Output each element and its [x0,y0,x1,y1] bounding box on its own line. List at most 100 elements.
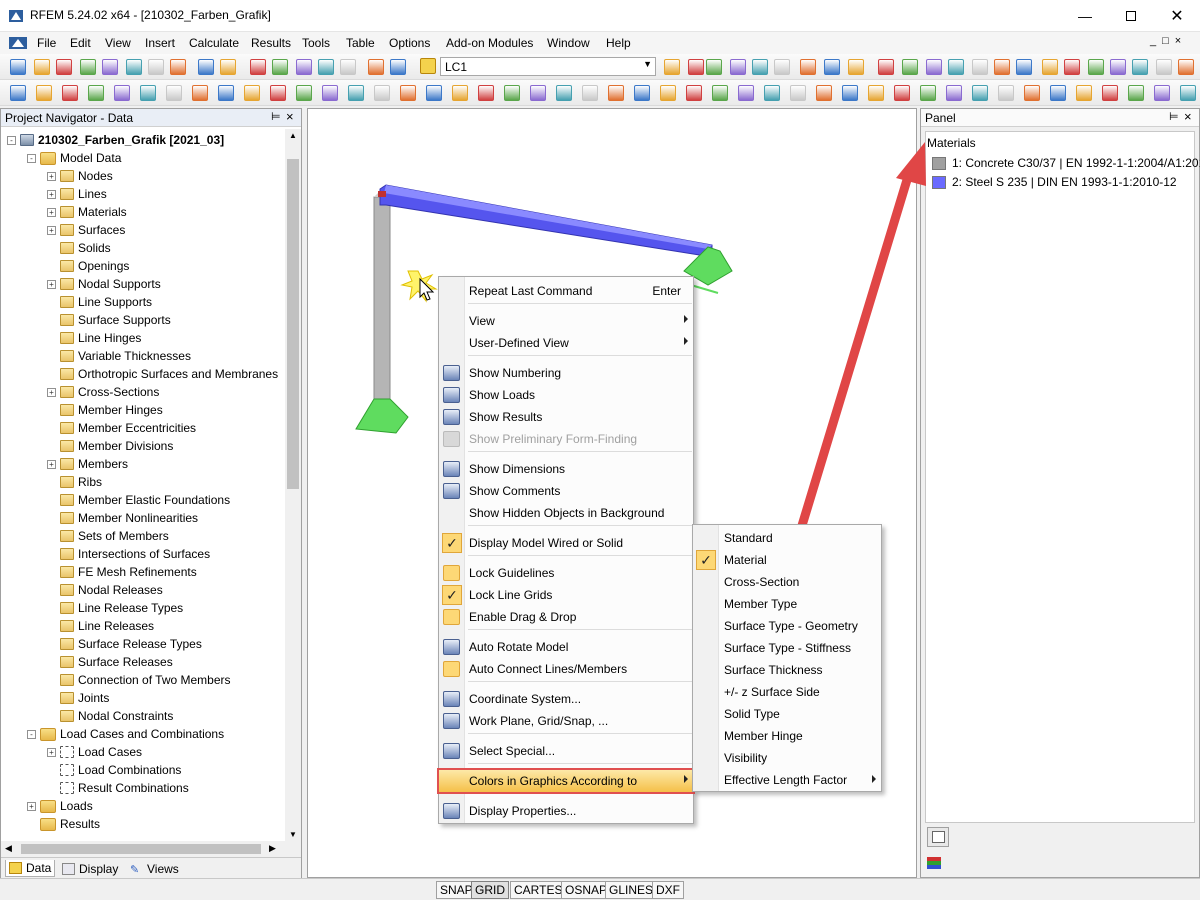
tree-item-surface-releases[interactable]: Surface Releases [47,653,173,671]
scroll-left-icon[interactable]: ◀ [5,843,12,854]
toolbar-main-icon-19[interactable] [688,59,704,75]
menu-item-show-loads[interactable]: Show Loads [439,384,693,406]
toolbar-main-icon-15[interactable] [340,59,356,75]
close-icon[interactable]: × [286,109,294,124]
toolbar-main-icon-21[interactable] [730,59,746,75]
submenu-item-surface-type-stiffness[interactable]: Surface Type - Stiffness [693,637,881,659]
toolbar-secondary-icon-35[interactable] [894,85,910,101]
menu-item-repeat-last-command[interactable]: Repeat Last Command Enter [439,280,693,302]
collapse-icon[interactable]: - [7,135,16,145]
toolbar-secondary-icon-29[interactable] [738,85,754,101]
tree-item-load-cases[interactable]: + Load Cases [47,743,142,761]
toolbar-main-icon-28[interactable] [902,59,918,75]
submenu-item-visibility[interactable]: Visibility [693,747,881,769]
toolbar-main-icon-25[interactable] [824,59,840,75]
toolbar-main-icon-36[interactable] [1088,59,1104,75]
tree-item-sets-of-members[interactable]: Sets of Members [47,527,169,545]
submenu-item-z-surface-side[interactable]: +/- z Surface Side [693,681,881,703]
toolbar-secondary-icon-19[interactable] [478,85,494,101]
toolbar-secondary-icon-14[interactable] [348,85,364,101]
document-icon[interactable] [8,35,28,51]
color-scale-icon[interactable] [927,857,941,871]
status-toggle-glines[interactable]: GLINES [605,881,658,899]
menu-item-lock-guidelines[interactable]: Lock Guidelines [439,562,693,584]
toolbar-secondary-icon-23[interactable] [582,85,598,101]
menu-item-coordinate-system[interactable]: Coordinate System... [439,688,693,710]
toolbar-secondary-icon-3[interactable] [62,85,78,101]
toolbar-main-icon-30[interactable] [948,59,964,75]
toolbar-secondary-icon-1[interactable] [10,85,26,101]
tab-display[interactable]: Display [59,860,121,877]
toolbar-main-icon-2[interactable] [34,59,50,75]
toolbar-main-icon-11[interactable] [250,59,266,75]
toolbar-secondary-icon-10[interactable] [244,85,260,101]
tree-item-members[interactable]: + Members [47,455,128,473]
menu-item-display-model-wired-or-solid[interactable]: ✓ Display Model Wired or Solid [439,532,693,554]
tab-views[interactable]: ✎ Views [127,860,182,877]
toolbar-secondary-icon-16[interactable] [400,85,416,101]
toolbar-main-icon-9[interactable] [198,59,214,75]
toolbar-secondary-icon-34[interactable] [868,85,884,101]
status-toggle-cartes[interactable]: CARTES [510,881,567,899]
toolbar-main-icon-16[interactable] [368,59,384,75]
expand-icon[interactable]: + [47,225,56,235]
submenu-item-surface-type-geometry[interactable]: Surface Type - Geometry [693,615,881,637]
menu-item-lock-line-grids[interactable]: ✓ Lock Line Grids [439,584,693,606]
expand-icon[interactable]: + [47,207,56,217]
menu-item-show-preliminary-form-finding[interactable]: Show Preliminary Form-Finding [439,428,693,450]
toolbar-main-icon-33[interactable] [1016,59,1032,75]
toolbar-main-icon-4[interactable] [80,59,96,75]
tree-item-fe-mesh-refinements[interactable]: FE Mesh Refinements [47,563,197,581]
close-icon[interactable]: × [1184,109,1192,124]
pin-icon[interactable]: ⊨ [1169,110,1179,123]
menu-item-work-plane-grid-snap[interactable]: Work Plane, Grid/Snap, ... [439,710,693,732]
toolbar-secondary-icon-32[interactable] [816,85,832,101]
tree-item-nodal-supports[interactable]: + Nodal Supports [47,275,161,293]
submenu-item-surface-thickness[interactable]: Surface Thickness [693,659,881,681]
toolbar-main-icon-1[interactable] [10,59,26,75]
toolbar-secondary-icon-43[interactable] [1102,85,1118,101]
tree-item-solids[interactable]: Solids [47,239,111,257]
toolbar-secondary-icon-11[interactable] [270,85,286,101]
expand-icon[interactable]: + [47,171,56,181]
tree-item-openings[interactable]: Openings [47,257,129,275]
expand-icon[interactable]: + [47,279,56,289]
menu-item-show-comments[interactable]: Show Comments [439,480,693,502]
toolbar-secondary-icon-18[interactable] [452,85,468,101]
toolbar-main-icon-38[interactable] [1132,59,1148,75]
menu-item-display-properties[interactable]: Display Properties... [439,800,693,822]
toolbar-main-icon-26[interactable] [848,59,864,75]
document-window-controls[interactable]: _□× [1150,35,1187,47]
toolbar-main-icon-12[interactable] [272,59,288,75]
tree-item-nodal-constraints[interactable]: Nodal Constraints [47,707,173,725]
submenu-item-cross-section[interactable]: Cross-Section [693,571,881,593]
menu-window[interactable]: Window [547,36,590,50]
menu-results[interactable]: Results [251,36,291,50]
status-toggle-dxf[interactable]: DXF [652,881,684,899]
submenu-item-standard[interactable]: Standard [693,527,881,549]
toolbar-main-icon-17[interactable] [390,59,406,75]
expand-icon[interactable]: + [47,387,56,397]
menu-item-show-hidden-objects-in-background[interactable]: Show Hidden Objects in Background [439,502,693,524]
toolbar-main-icon-7[interactable] [148,59,164,75]
tree-item-member-nonlinearities[interactable]: Member Nonlinearities [47,509,198,527]
toolbar-secondary-icon-20[interactable] [504,85,520,101]
menu-item-show-results[interactable]: Show Results [439,406,693,428]
menu-item-select-special[interactable]: Select Special... [439,740,693,762]
toolbar-secondary-icon-7[interactable] [166,85,182,101]
menu-item-view[interactable]: View [439,310,693,332]
tree-item-cross-sections[interactable]: + Cross-Sections [47,383,159,401]
status-toggle-grid[interactable]: GRID [471,881,509,899]
toolbar-secondary-icon-15[interactable] [374,85,390,101]
toolbar-main-icon-37[interactable] [1110,59,1126,75]
tree-item-variable-thicknesses[interactable]: Variable Thicknesses [47,347,191,365]
chevron-down-icon[interactable]: ▼ [643,59,652,69]
status-toggle-osnap[interactable]: OSNAP [561,881,612,899]
toolbar-secondary-icon-2[interactable] [36,85,52,101]
tree-item-surface-release-types[interactable]: Surface Release Types [47,635,202,653]
horizontal-scroll-thumb[interactable] [21,844,261,854]
toolbar-secondary-icon-31[interactable] [790,85,806,101]
navigator-horizontal-scrollbar[interactable]: ◀ ▶ [1,841,301,857]
tree-item-surfaces[interactable]: + Surfaces [47,221,125,239]
toolbar-secondary-icon-22[interactable] [556,85,572,101]
